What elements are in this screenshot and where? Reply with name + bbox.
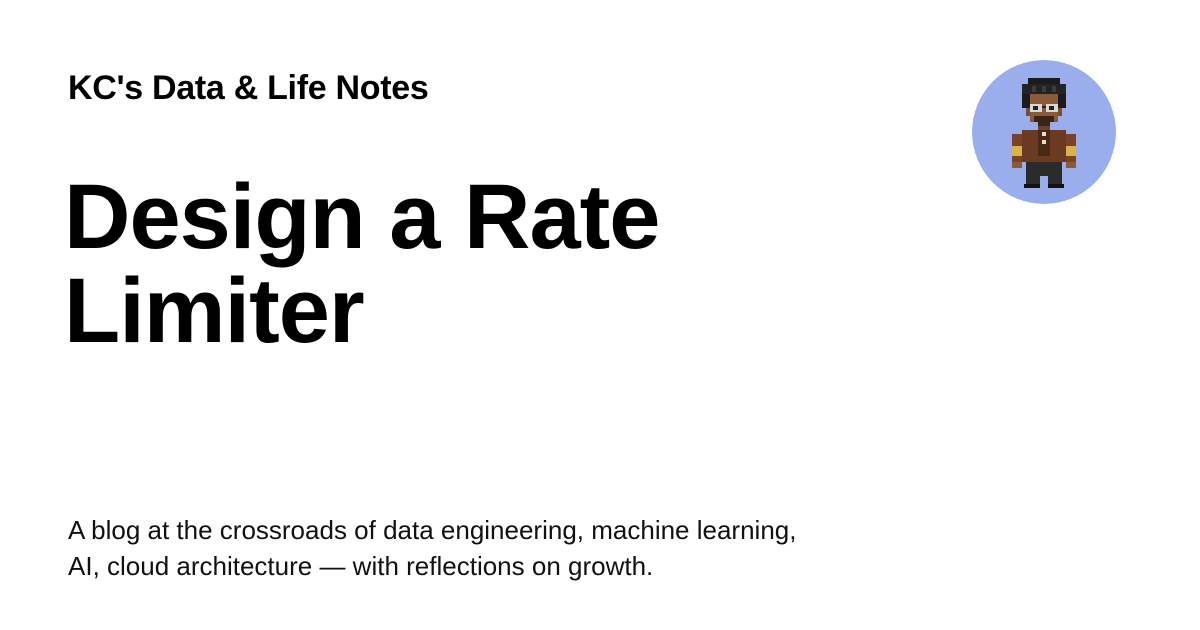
pixel-character-avatar-icon [972,60,1116,204]
post-title-line-1: Design a Rate [64,166,660,268]
site-name: KC's Data & Life Notes [68,69,429,107]
site-description-line-1: A blog at the crossroads of data enginee… [68,515,797,545]
post-title: Design a Rate Limiter [64,170,884,358]
site-description: A blog at the crossroads of data enginee… [68,512,928,584]
avatar [972,60,1116,204]
site-description-line-2: AI, cloud architecture — with reflection… [68,551,654,581]
post-title-line-2: Limiter [64,260,365,362]
